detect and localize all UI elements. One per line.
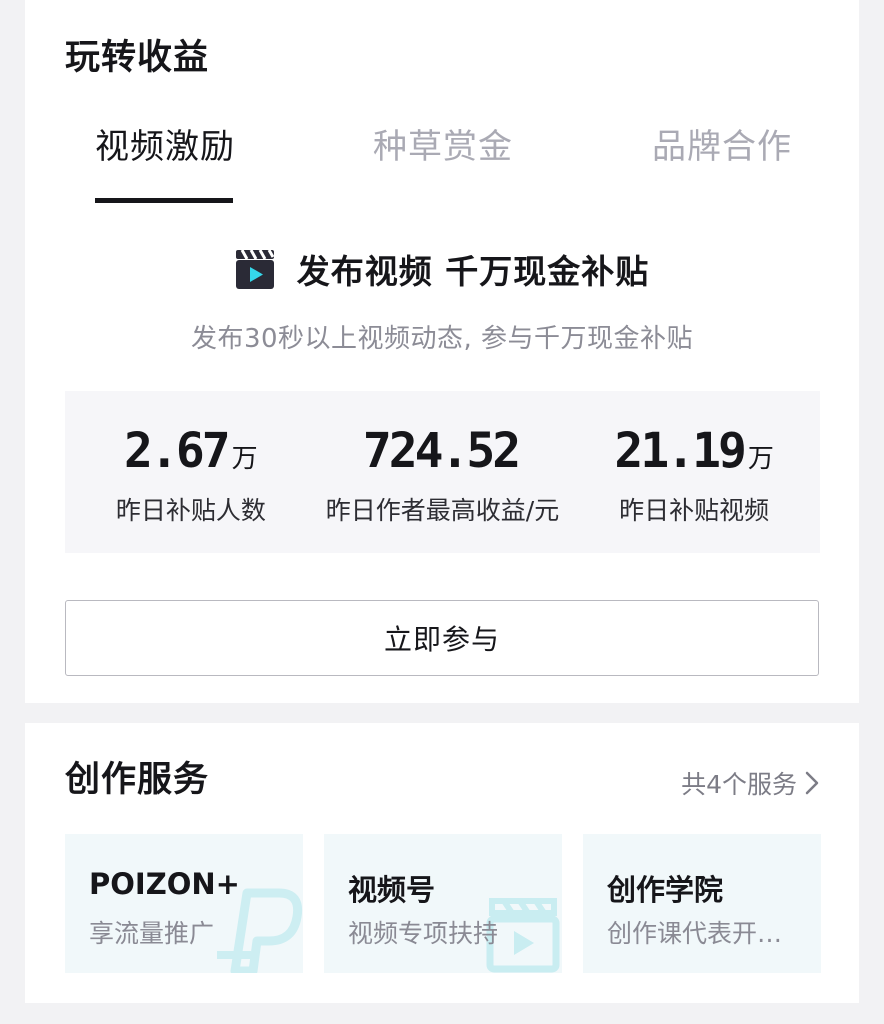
join-now-button[interactable]: 立即参与 <box>65 600 819 676</box>
service-tile-creator-academy[interactable]: 创作学院 创作课代表开… <box>583 834 821 973</box>
earnings-section-title: 玩转收益 <box>65 38 210 78</box>
promo-header: 发布视频 千万现金补贴 <box>25 246 859 292</box>
stat-value: 724.52 <box>362 423 521 479</box>
earnings-card: 玩转收益 视频激励 种草赏金 品牌合作 发布视频 千万现金补贴 发布30秒以上视… <box>25 0 859 703</box>
stat-label: 昨日补贴视频 <box>619 496 770 525</box>
clapperboard-icon <box>235 249 275 289</box>
subsidy-stats-panel: 2.67 万 昨日补贴人数 724.52 昨日作者最高收益/元 21.19 万 昨日… <box>65 391 820 553</box>
stat-value: 2.67 <box>124 423 231 479</box>
stat-top-earning: 724.52 昨日作者最高收益/元 <box>317 391 569 553</box>
tile-subtitle: 视频专项扶持 <box>348 919 499 948</box>
stat-subsidized-users: 2.67 万 昨日补贴人数 <box>65 391 317 553</box>
service-count-label: 共4个服务 <box>681 770 797 799</box>
tile-title: 创作学院 <box>607 873 724 907</box>
tab-brand-cooperation[interactable]: 品牌合作 <box>652 130 792 164</box>
stat-label: 昨日补贴人数 <box>115 496 266 525</box>
tile-subtitle: 创作课代表开… <box>607 919 783 948</box>
stat-value: 21.19 <box>614 423 746 479</box>
services-section-title: 创作服务 <box>65 760 210 800</box>
promo-subtitle: 发布30秒以上视频动态, 参与千万现金补贴 <box>190 324 694 354</box>
all-services-link[interactable]: 共4个服务 <box>681 765 819 801</box>
tile-title: POIZON+ <box>89 867 240 901</box>
chevron-right-icon <box>805 771 819 795</box>
tab-video-incentive[interactable]: 视频激励 <box>95 130 235 164</box>
tile-title: 视频号 <box>348 873 436 907</box>
service-tile-video-account[interactable]: 视频号 视频专项扶持 <box>324 834 562 973</box>
stat-unit: 万 <box>747 444 774 474</box>
service-tile-poizon[interactable]: POIZON+ 享流量推广 <box>65 834 303 973</box>
promo-title: 发布视频 千万现金补贴 <box>296 252 650 291</box>
tile-subtitle: 享流量推广 <box>89 919 215 948</box>
stat-subsidized-videos: 21.19 万 昨日补贴视频 <box>568 391 820 553</box>
service-tiles: POIZON+ 享流量推广 视频号 视频专项扶持 创作学院 创作课代表开… <box>65 834 821 973</box>
active-tab-underline <box>95 198 233 203</box>
stat-unit: 万 <box>231 444 258 474</box>
creator-services-card: 创作服务 共4个服务 POIZON+ 享流量推广 视频号 视频专项扶持 创作学院… <box>25 723 859 1003</box>
stat-label: 昨日作者最高收益/元 <box>325 496 560 525</box>
earnings-tabs: 视频激励 种草赏金 品牌合作 <box>25 130 859 206</box>
tab-seeding-bounty[interactable]: 种草赏金 <box>373 130 513 164</box>
